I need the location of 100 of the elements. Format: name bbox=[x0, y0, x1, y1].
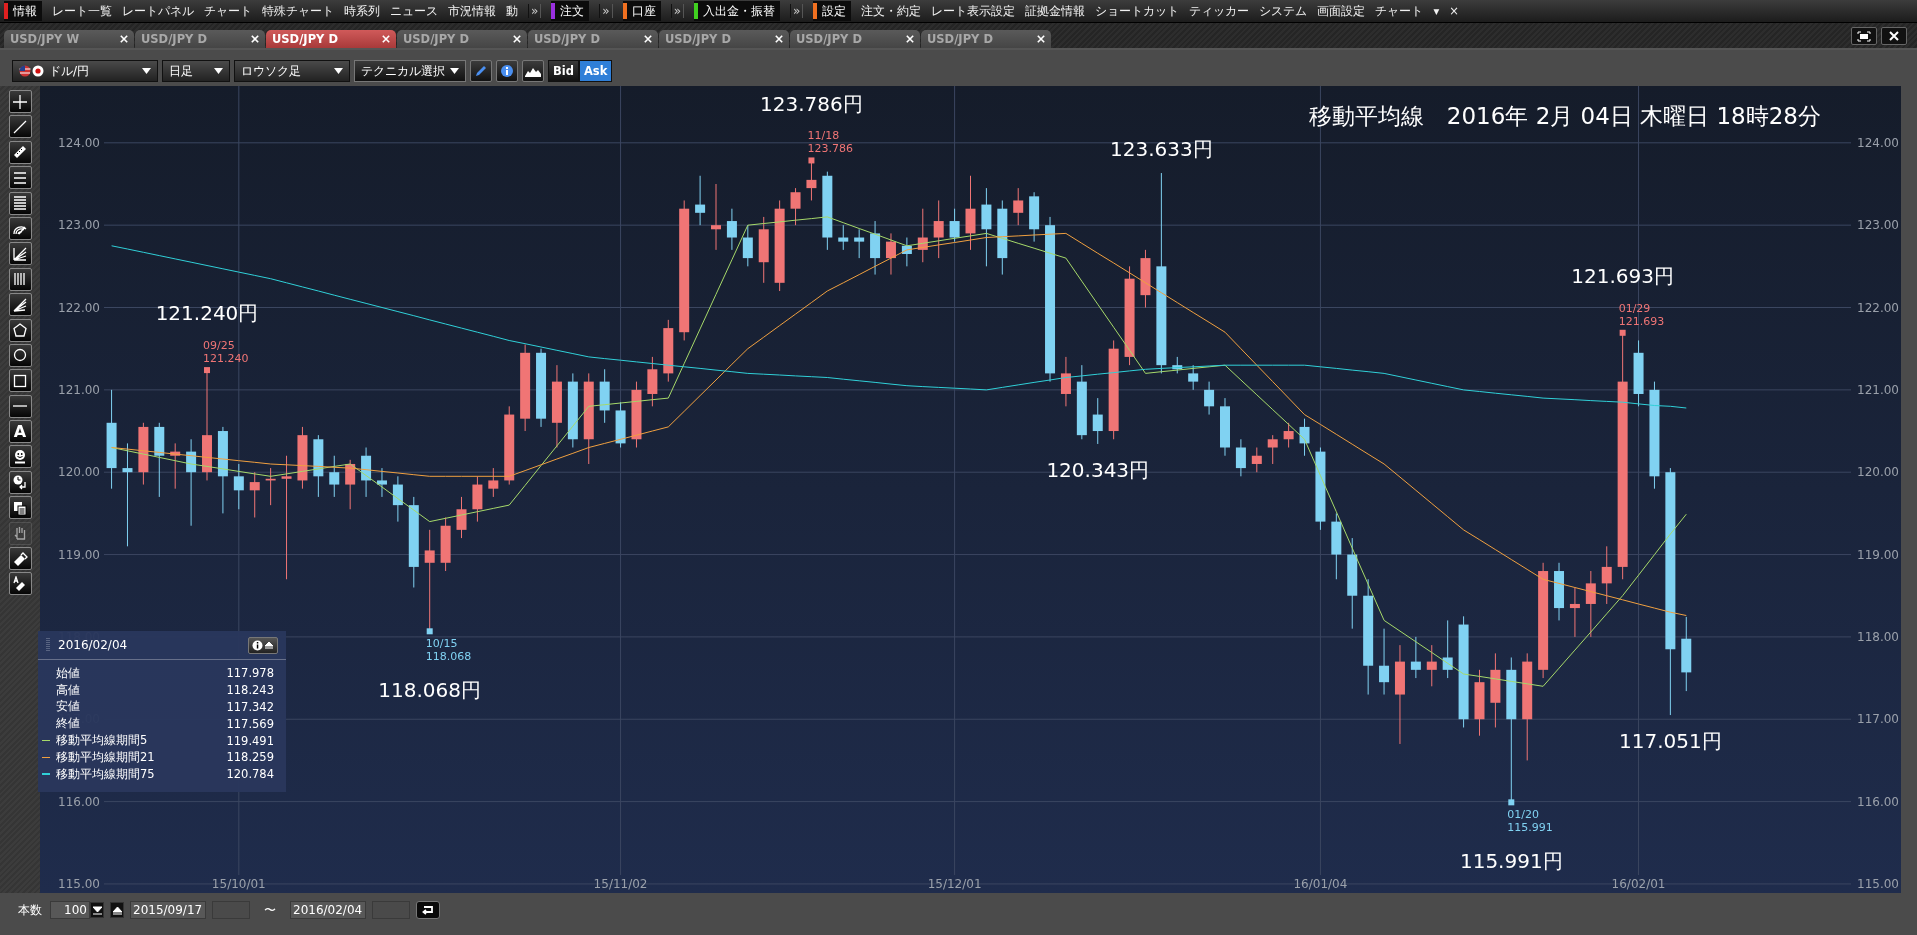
menu-item[interactable]: レート一覧 bbox=[52, 3, 112, 19]
price-mode-button[interactable]: Ask bbox=[578, 60, 613, 82]
caret-icon bbox=[450, 68, 459, 74]
more-menu-button[interactable]: » bbox=[528, 4, 542, 18]
drawing-tool-button[interactable] bbox=[8, 547, 32, 571]
candlestick bbox=[1140, 249, 1151, 308]
close-icon[interactable] bbox=[1037, 35, 1045, 43]
start-date-field[interactable]: 2015/09/17 bbox=[130, 901, 206, 919]
price-marker bbox=[1619, 329, 1626, 336]
drawing-tool-button[interactable] bbox=[8, 242, 32, 266]
candlestick bbox=[1013, 187, 1024, 226]
fan-lines-icon bbox=[12, 245, 28, 262]
end-date-field[interactable]: 2016/02/04 bbox=[290, 901, 366, 919]
drawing-tool-button[interactable] bbox=[8, 216, 32, 240]
price-mode-button[interactable]: Bid bbox=[548, 60, 579, 82]
menu-item[interactable]: ニュース bbox=[390, 3, 438, 19]
candlestick bbox=[599, 368, 610, 424]
drawing-tool-button[interactable]: A bbox=[8, 420, 32, 444]
close-icon[interactable] bbox=[513, 35, 521, 43]
period-select[interactable]: 日足 bbox=[162, 60, 230, 82]
candlestick bbox=[1554, 562, 1564, 621]
menu-item[interactable]: 設定 bbox=[813, 1, 852, 21]
eraser-icon bbox=[12, 575, 28, 592]
menu-item[interactable]: システム bbox=[1259, 3, 1308, 19]
menu-item[interactable]: 入出金・振替 bbox=[694, 1, 781, 21]
menu-item[interactable]: 証拠金情報 bbox=[1025, 3, 1086, 19]
info-button[interactable] bbox=[496, 60, 518, 82]
close-icon[interactable] bbox=[120, 35, 128, 43]
menu-item[interactable]: チャート bbox=[204, 3, 252, 19]
area-chart-button[interactable] bbox=[522, 60, 544, 82]
return-button[interactable] bbox=[416, 901, 440, 919]
close-icon[interactable] bbox=[775, 35, 783, 43]
menu-item[interactable]: チャート bbox=[1375, 3, 1424, 19]
drawing-tool-button[interactable] bbox=[8, 470, 32, 494]
axis-label: 115.00 bbox=[1857, 876, 1899, 891]
more-menu-button[interactable]: » bbox=[670, 4, 685, 18]
axis-label: 121.00 bbox=[1857, 382, 1899, 397]
currency-pair-select[interactable]: ドル/円 bbox=[12, 60, 158, 82]
close-button[interactable]: × bbox=[1449, 4, 1459, 18]
drawing-tool-button[interactable] bbox=[8, 343, 32, 367]
drawing-tool-button[interactable] bbox=[8, 267, 32, 291]
menu-item[interactable]: 動 bbox=[506, 3, 518, 19]
decrease-button[interactable] bbox=[90, 902, 104, 918]
draw-button[interactable] bbox=[470, 60, 492, 82]
up-arrow-icon bbox=[112, 905, 122, 915]
close-icon[interactable] bbox=[906, 35, 914, 43]
ruler-icon bbox=[12, 144, 28, 161]
menu-item[interactable]: レート表示設定 bbox=[931, 3, 1016, 19]
candlestick bbox=[1585, 570, 1596, 638]
close-icon[interactable] bbox=[644, 35, 652, 43]
close-icon[interactable] bbox=[251, 35, 259, 43]
menu-dropdown-button[interactable]: ▾ bbox=[1433, 4, 1440, 18]
drawing-tool-button[interactable] bbox=[8, 90, 32, 113]
menu-item[interactable]: 時系列 bbox=[344, 3, 380, 19]
candlestick bbox=[297, 426, 308, 490]
chart-tab[interactable]: USD/JPY D bbox=[266, 30, 396, 48]
panel-collapse-button[interactable] bbox=[248, 636, 278, 654]
candlestick bbox=[392, 475, 403, 523]
drawing-tool-button[interactable] bbox=[8, 293, 32, 317]
axis-label: 15/12/01 bbox=[927, 877, 982, 891]
maximize-button[interactable] bbox=[1851, 27, 1877, 45]
menu-item[interactable]: 市況情報 bbox=[448, 3, 496, 19]
menu-item[interactable]: レートパネル bbox=[122, 3, 194, 19]
menu-item[interactable]: 注文・約定 bbox=[861, 3, 922, 19]
drawing-tool-button[interactable] bbox=[8, 140, 32, 164]
drawing-tool-button[interactable] bbox=[8, 318, 32, 342]
menu-item[interactable]: 口座 bbox=[622, 1, 661, 21]
drawing-tool-button[interactable] bbox=[8, 496, 32, 520]
menu-item[interactable]: ティッカー bbox=[1189, 3, 1250, 19]
drawing-tool-button[interactable] bbox=[8, 166, 32, 190]
legend-label: 移動平均線期間21 bbox=[56, 749, 155, 765]
drawing-tool-button[interactable] bbox=[8, 445, 32, 469]
axis-label: 16/02/01 bbox=[1611, 877, 1666, 891]
technical-select-button[interactable]: テクニカル選択 bbox=[354, 60, 466, 82]
menu-item[interactable]: 情報 bbox=[4, 1, 42, 21]
more-menu-button[interactable]: » bbox=[790, 4, 804, 18]
extreme-price-note: 01/20 bbox=[1507, 808, 1539, 822]
candlestick bbox=[854, 228, 865, 259]
extreme-price-note: 121.693 bbox=[1618, 314, 1665, 328]
menu-item[interactable]: 特殊チャート bbox=[262, 3, 334, 19]
candlestick bbox=[1633, 339, 1644, 407]
candlestick bbox=[901, 237, 912, 267]
menu-item[interactable]: 注文 bbox=[551, 1, 590, 21]
chart-type-select[interactable]: ロウソク足 bbox=[234, 60, 350, 82]
drawing-tool-button[interactable] bbox=[8, 191, 32, 215]
drawing-tool-button[interactable] bbox=[8, 115, 32, 139]
drawing-tool-button[interactable] bbox=[8, 369, 32, 393]
drawing-tool-button[interactable] bbox=[8, 394, 32, 418]
row-value: 119.491 bbox=[226, 733, 274, 748]
close-button[interactable] bbox=[1881, 27, 1907, 45]
count-field[interactable]: 100 bbox=[50, 901, 90, 919]
menu-item[interactable]: 画面設定 bbox=[1317, 3, 1366, 19]
menu-item[interactable]: ショートカット bbox=[1095, 3, 1180, 19]
drawing-tool-button[interactable] bbox=[8, 572, 32, 596]
axis-label: 120.00 bbox=[58, 465, 100, 480]
clock-icon bbox=[12, 474, 28, 491]
close-icon[interactable] bbox=[1889, 31, 1899, 41]
increase-button[interactable] bbox=[110, 902, 124, 918]
more-menu-button[interactable]: » bbox=[599, 4, 613, 18]
candlestick bbox=[1235, 438, 1246, 477]
